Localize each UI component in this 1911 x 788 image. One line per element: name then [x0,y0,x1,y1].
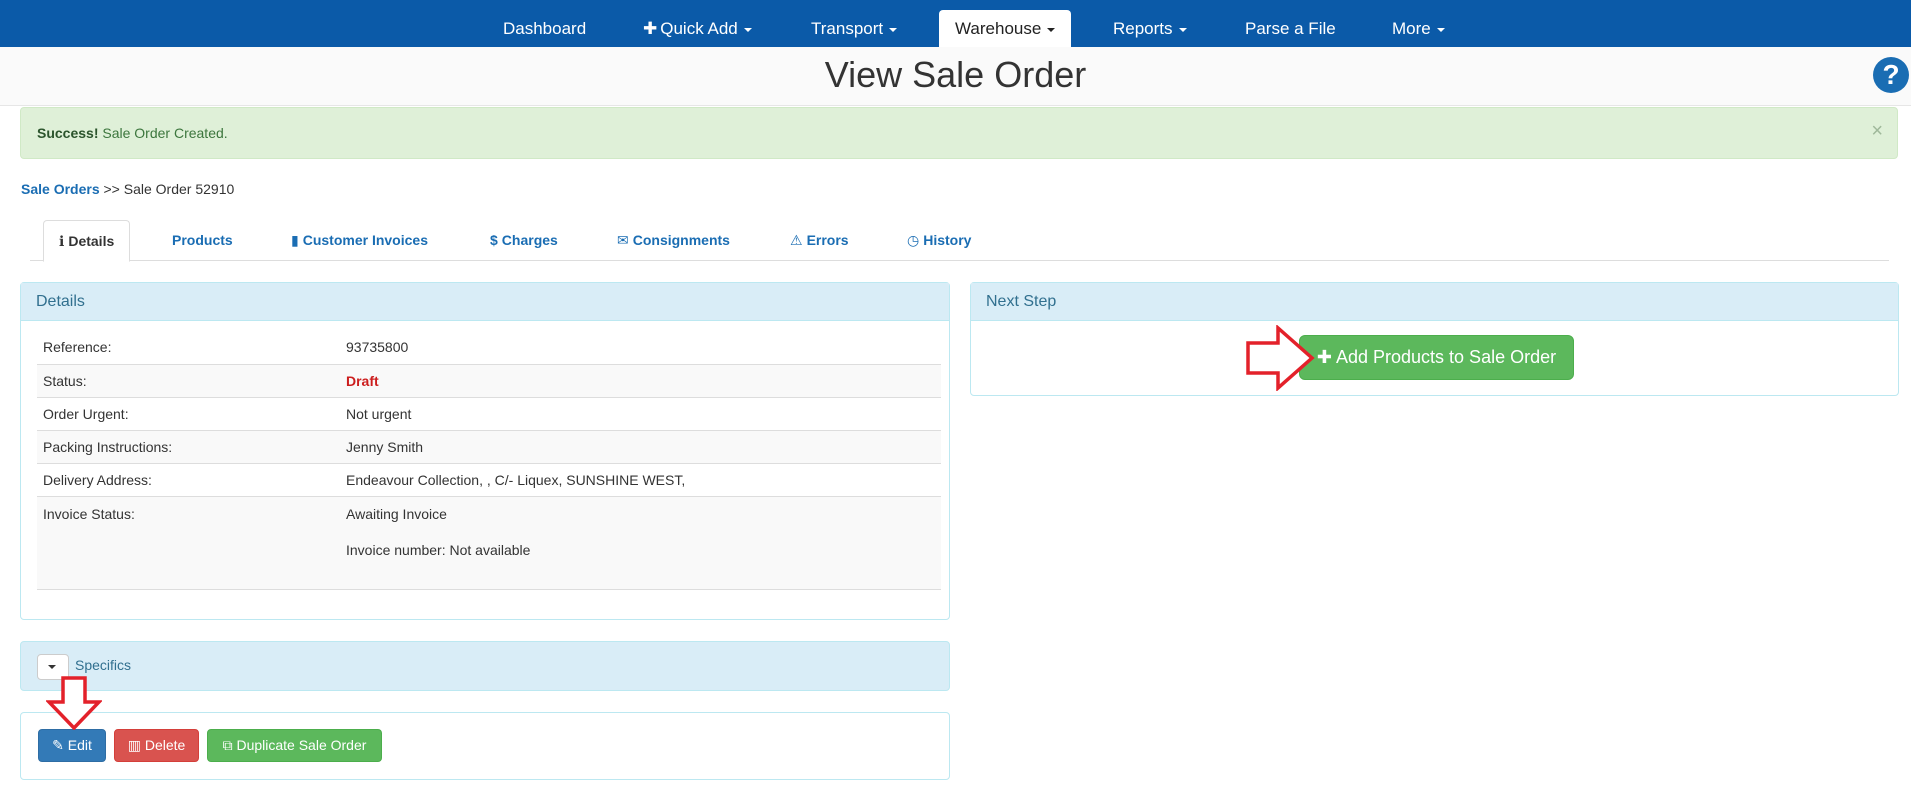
nav-parse-a-file-label: Parse a File [1245,19,1336,38]
nav-dashboard-label: Dashboard [503,19,587,38]
tab-details-label: Details [68,233,115,249]
envelope-icon: ✉ [617,232,629,248]
table-row: Reference: 93735800 [37,331,941,364]
duplicate-button-label: Duplicate Sale Order [236,737,367,753]
page-title: View Sale Order [824,54,1087,95]
nav-dashboard[interactable]: Dashboard [487,10,602,47]
nav-reports[interactable]: Reports [1097,10,1203,47]
nav-transport[interactable]: Transport [795,10,913,47]
tab-customer-invoices-label: Customer Invoices [302,232,428,248]
tab-bar: ℹ Details Products ▮ Customer Invoices $ Ch… [30,220,1889,262]
table-row: Invoice Status: Awaiting Invoice Invoice… [37,495,941,590]
breadcrumb-sale-orders-link[interactable]: Sale Orders [21,181,100,197]
delete-button-label: Delete [144,737,186,753]
tab-products-label: Products [172,232,233,248]
detail-value: Not urgent [340,396,941,430]
details-panel-heading: Details [21,283,949,321]
close-icon[interactable]: × [1871,120,1883,143]
pencil-icon: ✎ [52,737,64,753]
tab-consignments[interactable]: ✉ Consignments [602,220,745,261]
table-row: Order Urgent: Not urgent [37,396,941,430]
detail-value: Awaiting Invoice Invoice number: Not ava… [340,495,941,590]
trash-icon: ▥ [127,737,141,753]
tab-charges[interactable]: $ Charges [475,220,573,261]
copy-icon: ⧉ [222,737,233,753]
caret-down-icon [743,27,752,32]
right-arrow-annotation-icon [1246,325,1315,391]
table-row: Status: Draft [37,363,941,397]
next-step-heading: Next Step [971,283,1898,321]
nav-transport-label: Transport [811,19,884,38]
nav-parse-a-file[interactable]: Parse a File [1229,10,1352,47]
edit-button[interactable]: ✎ Edit [38,729,106,762]
actions-panel: ✎ Edit ▥ Delete ⧉ Duplicate Sale Order [20,712,950,780]
success-alert: Success! Sale Order Created. × [20,107,1898,159]
tab-history[interactable]: ◷ History [892,220,986,261]
nav-quick-add[interactable]: ✚ Quick Add [627,10,768,47]
nav-reports-label: Reports [1113,19,1173,38]
caret-down-icon [1178,27,1187,32]
caret-down-icon [1047,27,1056,32]
tab-details[interactable]: ℹ Details [43,220,131,262]
tab-consignments-label: Consignments [632,232,730,248]
table-row: Delivery Address: Endeavour Collection, ,… [37,462,941,496]
down-arrow-annotation-icon [46,676,102,730]
table-row: Packing Instructions: Jenny Smith [37,429,941,463]
nav-more-label: More [1392,19,1431,38]
specifics-label: Specifics [75,657,132,673]
detail-label: Status: [37,363,340,397]
alert-strong: Success! [37,125,99,141]
file-icon: ▮ [291,232,299,248]
edit-button-label: Edit [67,737,92,753]
top-navbar: Dashboard ✚ Quick Add Transport Warehouse… [0,0,1911,47]
duplicate-button[interactable]: ⧉ Duplicate Sale Order [207,729,382,762]
add-products-button-label: Add Products to Sale Order [1335,347,1557,367]
tab-errors[interactable]: ⚠ Errors [775,220,864,261]
tab-charges-label: Charges [501,232,558,248]
breadcrumb-separator: >> [103,181,120,197]
plus-icon: ✚ [643,19,658,38]
nav-warehouse[interactable]: Warehouse [939,10,1071,47]
nav-more[interactable]: More [1376,10,1461,47]
detail-label: Delivery Address: [37,462,340,496]
detail-label: Reference: [43,339,112,356]
details-table: Reference: 93735800 Status: Draft Order Ur… [37,331,941,590]
breadcrumb-current: Sale Order 52910 [123,181,235,197]
tab-customer-invoices[interactable]: ▮ Customer Invoices [276,220,443,261]
add-products-button[interactable]: ✚ Add Products to Sale Order [1299,335,1574,380]
title-bar: View Sale Order ? [0,47,1911,106]
caret-down-icon [1436,27,1445,32]
dollar-icon: $ [490,232,498,248]
nav-quick-add-label: Quick Add [660,19,738,38]
invoice-number-value: Invoice number: Not available [346,541,531,558]
detail-value: Jenny Smith [340,429,941,463]
detail-label: Order Urgent: [37,396,340,430]
detail-value: 93735800 [346,339,409,356]
delete-button[interactable]: ▥ Delete [114,729,199,762]
tab-products[interactable]: Products [157,220,248,261]
details-panel: Details Reference: 93735800 Status: Draft … [20,282,950,620]
clock-icon: ◷ [907,232,920,248]
next-step-panel: Next Step ✚ Add Products to Sale Order [970,282,1899,396]
detail-label: Packing Instructions: [37,429,340,463]
tab-history-label: History [923,232,972,248]
info-icon: ℹ [59,233,65,249]
specifics-panel: Specifics [20,641,950,691]
status-value: Draft [340,363,941,397]
tab-errors-label: Errors [806,232,849,248]
breadcrumb: Sale Orders >> Sale Order 52910 [21,181,234,197]
warning-icon: ⚠ [790,232,803,248]
nav-warehouse-label: Warehouse [955,19,1042,38]
plus-icon: ✚ [1316,347,1332,367]
help-icon[interactable]: ? [1873,57,1909,93]
caret-down-icon [48,665,56,669]
alert-message: Sale Order Created. [102,125,228,141]
detail-label: Invoice Status: [37,495,340,590]
detail-value: Endeavour Collection, , C/- Liquex, SUNS… [340,462,941,496]
caret-down-icon [889,27,898,32]
invoice-status-value: Awaiting Invoice [346,505,447,522]
